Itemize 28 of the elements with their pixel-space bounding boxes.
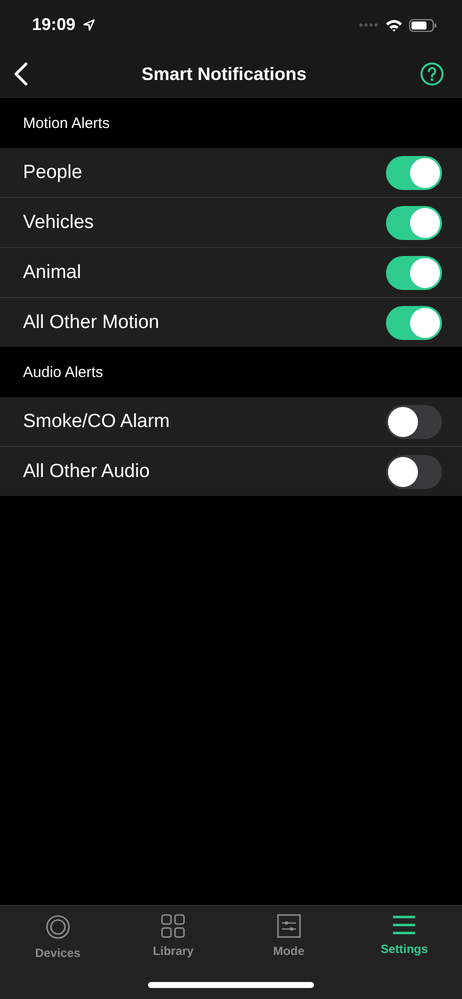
section-header: Audio Alerts xyxy=(23,364,104,380)
signal-icon xyxy=(359,23,379,27)
tab-item[interactable]: Settings xyxy=(346,914,462,960)
camera-lens-icon xyxy=(44,914,71,940)
status-time: 19:09 xyxy=(32,15,76,35)
toggle-switch[interactable] xyxy=(386,206,442,240)
battery-icon xyxy=(409,18,437,32)
tab-item[interactable]: Library xyxy=(116,914,231,960)
toggle-switch[interactable] xyxy=(386,156,442,190)
setting-label: Smoke/CO Alarm xyxy=(23,410,170,432)
location-arrow-icon xyxy=(83,19,96,31)
page-title: Smart Notifications xyxy=(141,64,307,84)
setting-label: All Other Motion xyxy=(23,312,160,334)
setting-label: All Other Audio xyxy=(23,460,150,482)
tab-item[interactable]: Devices xyxy=(0,914,116,960)
toggle-switch[interactable] xyxy=(386,454,442,488)
setting-label: Animal xyxy=(23,262,82,284)
toggle-switch[interactable] xyxy=(386,256,442,290)
setting-label: People xyxy=(23,162,82,184)
grid-icon xyxy=(161,914,186,938)
wifi-icon xyxy=(385,18,403,32)
tab-item[interactable]: Mode xyxy=(231,914,346,960)
setting-label: Vehicles xyxy=(23,212,94,234)
toggle-switch[interactable] xyxy=(386,306,442,340)
sliders-icon xyxy=(276,914,301,938)
section-header: Motion Alerts xyxy=(23,114,110,132)
menu-icon xyxy=(392,914,416,936)
toggle-switch[interactable] xyxy=(386,404,442,438)
